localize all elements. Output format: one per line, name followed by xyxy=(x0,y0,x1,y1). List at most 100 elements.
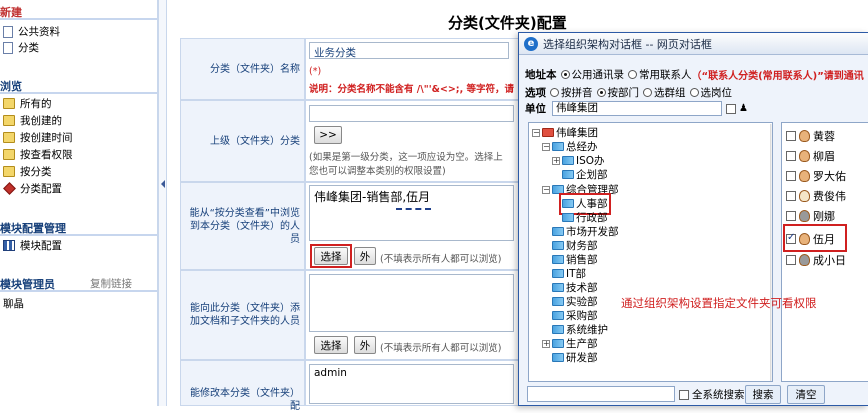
person-checkbox[interactable] xyxy=(786,170,796,181)
unit-checkbox[interactable] xyxy=(726,103,736,114)
expand-icon[interactable]: + xyxy=(552,156,560,165)
person-checkbox[interactable] xyxy=(786,130,796,141)
person-item[interactable]: 成小日 xyxy=(786,252,846,267)
outside-adders-button[interactable]: 外 xyxy=(354,336,376,354)
divider xyxy=(0,18,157,20)
viewers-hint: (不填表示所有人都可以浏览) xyxy=(380,254,502,265)
adders-textarea[interactable] xyxy=(309,274,514,332)
person-item[interactable]: 罗大佑 xyxy=(786,168,846,183)
person-item[interactable]: 黄蓉 xyxy=(786,128,835,143)
tree-node[interactable]: + 生产部 xyxy=(542,337,598,350)
sidebar-splitter[interactable] xyxy=(158,0,167,406)
search-input[interactable] xyxy=(527,386,675,402)
radio-pinyin[interactable] xyxy=(550,88,559,97)
dept-icon xyxy=(552,297,564,306)
nav-by-created-time[interactable]: 按创建时间 xyxy=(3,130,73,145)
gem-icon xyxy=(3,182,16,195)
org-select-dialog: e 选择组织架构对话框 -- 网页对话框 地址本 公用通讯录 常用联系人 （“联系… xyxy=(518,32,868,406)
choose-parent-button[interactable]: >> xyxy=(314,126,342,144)
tree-node[interactable]: − 总经办 xyxy=(542,140,598,153)
copy-link[interactable]: 复制链接 xyxy=(90,276,132,291)
modifiers-textarea[interactable]: admin xyxy=(309,364,514,404)
nav-my-created[interactable]: 我创建的 xyxy=(3,113,62,128)
tree-node[interactable]: − 伟峰集团 xyxy=(532,126,598,139)
unit-select[interactable]: 伟峰集团 xyxy=(552,101,722,116)
collapse-icon[interactable]: − xyxy=(532,128,540,137)
person-item[interactable]: 柳眉 xyxy=(786,148,835,163)
parent-input[interactable] xyxy=(309,105,514,122)
parent-label: 上级（文件夹）分类 xyxy=(180,100,305,182)
tree-node[interactable]: 行政部 xyxy=(562,211,608,224)
tree-node[interactable]: 技术部 xyxy=(552,281,598,294)
dept-icon xyxy=(552,255,564,264)
dialog-titlebar[interactable]: e 选择组织架构对话框 -- 网页对话框 xyxy=(519,33,868,55)
nav-by-category[interactable]: 按分类 xyxy=(3,164,52,179)
nav-by-view-permission[interactable]: 按查看权限 xyxy=(3,147,73,162)
address-row: 地址本 公用通讯录 常用联系人 （“联系人分类(常用联系人)”请到通讯 xyxy=(525,67,864,82)
radio-group[interactable] xyxy=(643,88,652,97)
nav-label: 按查看权限 xyxy=(20,149,73,161)
nav-category-config[interactable]: 分类配置 xyxy=(3,181,62,196)
radio-dept[interactable] xyxy=(596,88,606,97)
person-icon: ♟ xyxy=(739,103,748,114)
divider xyxy=(0,92,157,94)
select-adders-button[interactable]: 选择 xyxy=(314,336,348,354)
dept-icon xyxy=(552,283,564,292)
radio-group-label: 选群组 xyxy=(654,87,686,99)
nav-new-category[interactable]: 分类 xyxy=(3,40,39,55)
radio-public[interactable] xyxy=(560,70,570,79)
global-search-checkbox[interactable] xyxy=(679,389,689,400)
tree-node[interactable]: 销售部 xyxy=(552,253,598,266)
outside-viewers-button[interactable]: 外 xyxy=(354,247,376,265)
radio-public-label: 公用通讯录 xyxy=(571,69,625,81)
underline-mark xyxy=(396,208,431,210)
radio-post[interactable] xyxy=(689,88,699,97)
tree-node[interactable]: 研发部 xyxy=(552,351,598,364)
user-icon xyxy=(799,129,810,142)
dept-icon xyxy=(562,170,574,179)
nav-module-config[interactable]: 模块配置 xyxy=(3,238,62,253)
dept-icon xyxy=(562,213,574,222)
person-checkbox[interactable] xyxy=(786,254,796,265)
user-icon xyxy=(799,149,810,162)
person-item[interactable]: 费俊伟 xyxy=(786,188,846,203)
nav-label: 分类配置 xyxy=(20,183,62,195)
nav-all[interactable]: 所有的 xyxy=(3,96,52,111)
tree-node[interactable]: 采购部 xyxy=(552,309,598,322)
tree-node[interactable]: IT部 xyxy=(552,267,586,280)
viewers-textarea[interactable]: 伟峰集团-销售部,伍月 xyxy=(309,185,514,241)
tree-node[interactable]: 系统维护 xyxy=(552,323,608,336)
module-icon xyxy=(3,240,15,251)
tree-scrollbar[interactable] xyxy=(770,124,773,381)
collapse-arrow-icon[interactable] xyxy=(161,180,165,188)
dept-icon xyxy=(552,339,564,348)
tree-node[interactable]: 企划部 xyxy=(562,168,608,181)
tree-node[interactable]: 市场开发部 xyxy=(552,225,619,238)
collapse-icon[interactable]: − xyxy=(542,185,550,194)
radio-contacts[interactable] xyxy=(628,70,637,79)
scroll-thumb[interactable] xyxy=(772,138,773,238)
person-checkbox[interactable] xyxy=(786,150,796,161)
expand-icon[interactable]: + xyxy=(542,339,550,348)
radio-post-label: 选岗位 xyxy=(700,87,733,99)
name-note: 说明：分类名称不能含有 /\"'&<>;, 等字符，请 xyxy=(309,84,515,95)
tree-node[interactable]: + ISO办 xyxy=(552,154,605,167)
nav-public-docs[interactable]: 公共资料 xyxy=(3,24,60,39)
clear-button[interactable]: 清空 xyxy=(787,385,825,404)
tree-node[interactable]: 财务部 xyxy=(552,239,598,252)
collapse-icon[interactable]: − xyxy=(542,142,550,151)
radio-dept-label: 按部门 xyxy=(607,87,640,99)
people-list: 黄蓉 柳眉 罗大佑 费俊伟 刚娜 伍月 成小日 xyxy=(781,122,868,382)
adders-hint: (不填表示所有人都可以浏览) xyxy=(380,343,502,354)
person-checkbox[interactable] xyxy=(786,210,796,221)
options-row: 选项 按拼音 按部门 选群组 选岗位 xyxy=(525,85,732,100)
dialog-title: 选择组织架构对话框 -- 网页对话框 xyxy=(543,37,712,51)
global-search-option[interactable]: 全系统搜索 xyxy=(679,387,745,402)
category-name-input[interactable]: 业务分类 xyxy=(309,42,509,59)
tree-node[interactable]: 实验部 xyxy=(552,295,598,308)
search-button[interactable]: 搜索 xyxy=(745,385,781,404)
person-item[interactable]: 刚娜 xyxy=(786,208,835,223)
folder-icon xyxy=(3,115,15,126)
person-checkbox[interactable] xyxy=(786,190,796,201)
dept-icon xyxy=(552,142,564,151)
